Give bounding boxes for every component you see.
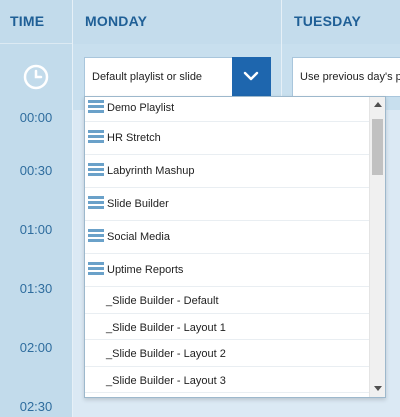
hamburger-icon [88, 229, 104, 242]
dropdown-item-label: Social Media [107, 231, 170, 243]
dropdown-item-label: _Slide Builder - Default [106, 295, 219, 307]
time-header-label: TIME [10, 13, 45, 29]
hamburger-icon [88, 100, 104, 113]
time-column: TIME 00:00 00:30 01:00 01:30 02:00 02:30 [0, 0, 72, 417]
dropdown-item-hr-stretch[interactable]: HR Stretch [85, 122, 370, 155]
scrollbar-thumb[interactable] [372, 119, 383, 175]
dropdown-item-demo-playlist[interactable]: Demo Playlist [85, 97, 370, 122]
dropdown-scrollbar[interactable] [369, 97, 385, 397]
dropdown-item-label: Labyrinth Mashup [107, 165, 195, 177]
monday-dropdown-toggle[interactable] [232, 57, 271, 97]
dropdown-item-slide-builder-layout-2[interactable]: _Slide Builder - Layout 2 [85, 340, 370, 367]
time-slot-label: 00:30 [19, 163, 53, 178]
dropdown-item-label: _Slide Builder - Layout 1 [106, 321, 226, 334]
hamburger-icon [88, 163, 104, 176]
day-header-monday: MONDAY [85, 13, 148, 29]
dropdown-list: Demo Playlist HR Stretch Labyrinth Mashu… [85, 97, 370, 393]
scroll-up-button[interactable] [370, 97, 385, 113]
dropdown-item-social-media[interactable]: Social Media [85, 221, 370, 254]
time-header: TIME [0, 0, 72, 44]
day-header-tuesday: TUESDAY [294, 13, 362, 29]
dropdown-item-label: Demo Playlist [107, 102, 175, 114]
dropdown-item-slide-builder-layout-1[interactable]: _Slide Builder - Layout 1 [85, 314, 370, 340]
tuesday-playlist-select[interactable]: Use previous day's p [292, 57, 400, 97]
playlist-dropdown[interactable]: Demo Playlist HR Stretch Labyrinth Mashu… [84, 96, 386, 398]
dropdown-item-label: Slide Builder [107, 198, 169, 210]
scroll-down-button[interactable] [370, 381, 385, 397]
monday-playlist-select[interactable]: Default playlist or slide [84, 57, 271, 97]
time-slot-label: 02:30 [19, 399, 53, 414]
time-slot-label: 00:00 [19, 110, 53, 125]
time-slot-label: 01:00 [19, 222, 53, 237]
caret-up-icon [374, 102, 382, 107]
hamburger-icon [88, 130, 104, 143]
dropdown-item-uptime-reports[interactable]: Uptime Reports [85, 254, 370, 287]
chevron-down-icon [243, 71, 259, 81]
clock-icon [23, 64, 49, 90]
hamburger-icon [88, 262, 104, 275]
dropdown-item-label: HR Stretch [107, 132, 161, 144]
time-slot-label: 02:00 [19, 340, 53, 355]
monday-select-value: Default playlist or slide [92, 71, 203, 83]
dropdown-item-slide-builder-layout-3[interactable]: _Slide Builder - Layout 3 [85, 367, 370, 393]
hamburger-icon [88, 196, 104, 209]
dropdown-item-label: _Slide Builder - Layout 3 [106, 374, 226, 387]
tuesday-select-value: Use previous day's p [300, 71, 400, 83]
dropdown-item-label: Uptime Reports [107, 264, 184, 276]
dropdown-item-label: _Slide Builder - Layout 2 [106, 348, 226, 360]
dropdown-item-slide-builder-default[interactable]: _Slide Builder - Default [85, 287, 370, 314]
dropdown-item-labyrinth-mashup[interactable]: Labyrinth Mashup [85, 155, 370, 188]
time-slot-label: 01:30 [19, 281, 53, 296]
caret-down-icon [374, 386, 382, 391]
dropdown-item-slide-builder[interactable]: Slide Builder [85, 188, 370, 221]
